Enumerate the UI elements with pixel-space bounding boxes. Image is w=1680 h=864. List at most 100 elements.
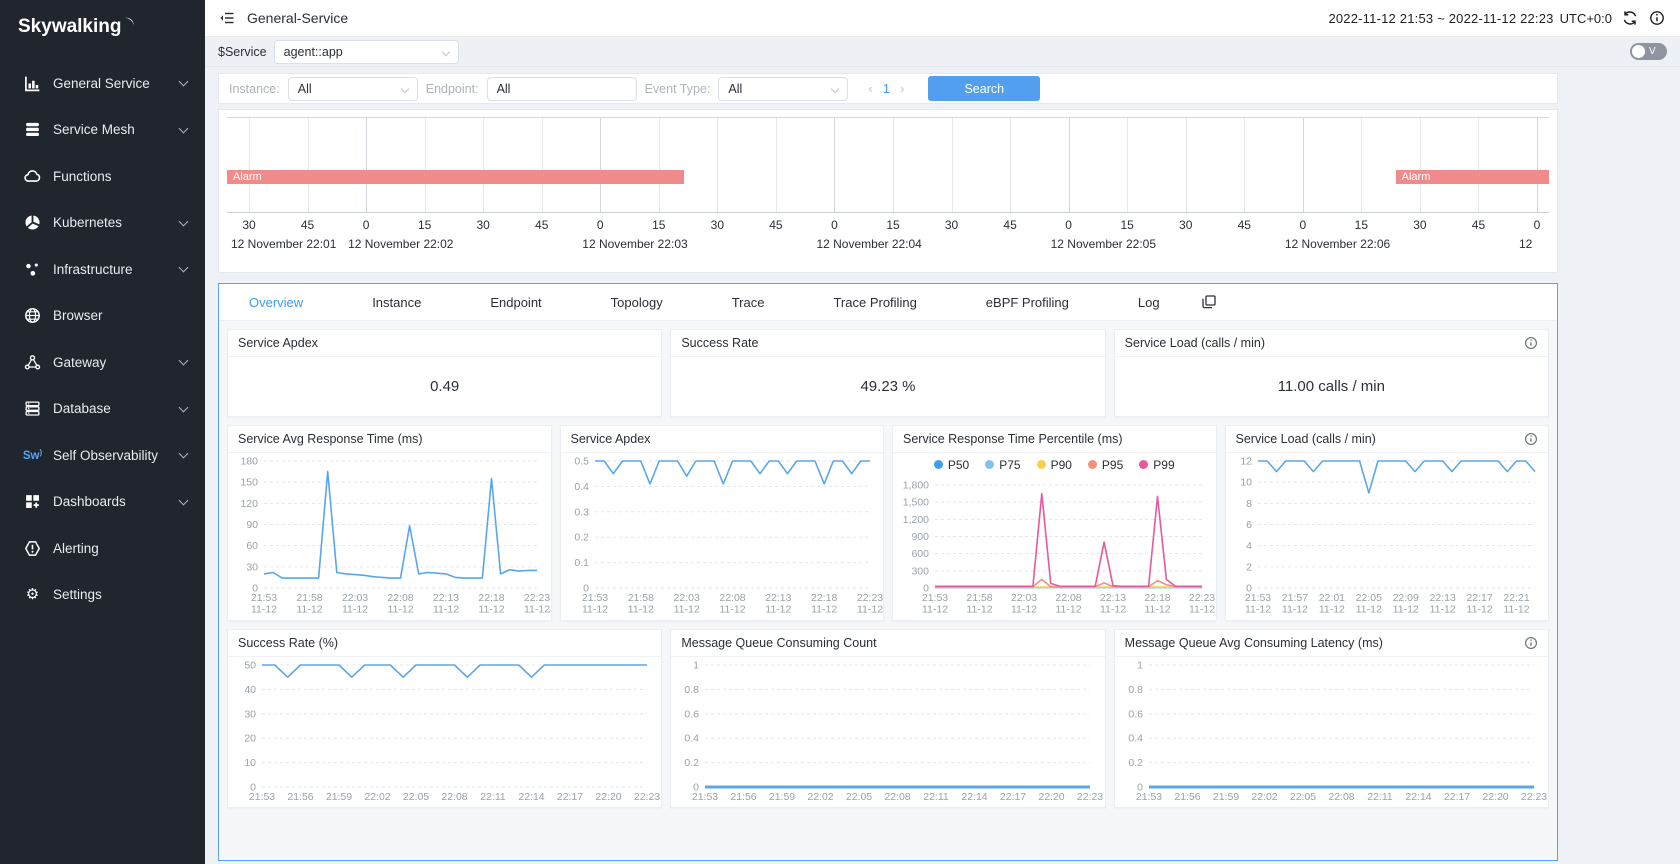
alert-hexagon-icon bbox=[23, 539, 42, 558]
sidebar-item-kubernetes[interactable]: Kubernetes bbox=[0, 200, 205, 247]
alarm-timeline-chart[interactable]: Alarm Alarm bbox=[227, 117, 1549, 213]
tab-log[interactable]: Log bbox=[1138, 295, 1160, 310]
service-select-value: agent::app bbox=[284, 45, 343, 59]
sidebar-item-label: Settings bbox=[53, 587, 102, 602]
sidebar: Skywalking General Service Service MeshFu… bbox=[0, 0, 205, 864]
tab-endpoint[interactable]: Endpoint bbox=[490, 295, 541, 310]
svg-text:0.5: 0.5 bbox=[574, 456, 589, 468]
current-page[interactable]: 1 bbox=[883, 81, 890, 96]
search-button[interactable]: Search bbox=[928, 76, 1040, 101]
tab-topology[interactable]: Topology bbox=[611, 295, 663, 310]
svg-text:21:59: 21:59 bbox=[1213, 791, 1239, 803]
svg-text:11-12: 11-12 bbox=[765, 604, 791, 616]
main-area: General-Service 2022-11-12 21:53 ~ 2022-… bbox=[205, 0, 1680, 864]
legend-item-p50[interactable]: P50 bbox=[934, 458, 969, 472]
legend-item-p75[interactable]: P75 bbox=[985, 458, 1020, 472]
sidebar-item-alerting[interactable]: Alerting bbox=[0, 525, 205, 572]
svg-text:22:17: 22:17 bbox=[1444, 791, 1470, 803]
svg-text:11-12: 11-12 bbox=[251, 604, 277, 616]
svg-text:22:17: 22:17 bbox=[557, 791, 583, 803]
message-queue-consuming-count: 00.20.40.60.8121:5321:5621:5922:0222:052… bbox=[671, 657, 1104, 807]
service-select[interactable]: agent::app bbox=[274, 40, 459, 64]
chevron-down-icon bbox=[441, 47, 449, 55]
svg-text:0.2: 0.2 bbox=[574, 532, 589, 544]
version-toggle[interactable]: V bbox=[1630, 43, 1667, 60]
chevron-down-icon bbox=[179, 123, 189, 133]
timeline-gridline bbox=[542, 118, 543, 212]
sidebar-item-general-service[interactable]: General Service bbox=[0, 60, 205, 107]
sidebar-item-gateway[interactable]: Gateway bbox=[0, 339, 205, 386]
svg-text:20: 20 bbox=[244, 733, 256, 745]
info-icon[interactable] bbox=[1524, 336, 1538, 350]
svg-text:22:02: 22:02 bbox=[1251, 791, 1277, 803]
svg-text:22:03: 22:03 bbox=[342, 592, 368, 604]
event-type-select[interactable]: All bbox=[718, 77, 848, 101]
timeline-tick-label: 45 bbox=[1003, 218, 1016, 232]
timeline-tick-label: 0 bbox=[597, 218, 604, 232]
legend-item-p95[interactable]: P95 bbox=[1088, 458, 1123, 472]
svg-text:4: 4 bbox=[1246, 540, 1252, 552]
tab-instance[interactable]: Instance bbox=[372, 295, 421, 310]
instance-select[interactable]: All bbox=[288, 77, 418, 101]
legend-dot bbox=[1088, 460, 1097, 469]
tab-trace-profiling[interactable]: Trace Profiling bbox=[833, 295, 916, 310]
sidebar-item-dashboards[interactable]: Dashboards bbox=[0, 479, 205, 526]
refresh-icon[interactable] bbox=[1622, 10, 1639, 27]
collapse-menu-icon[interactable] bbox=[219, 10, 236, 27]
timeline-gridline bbox=[1010, 118, 1011, 212]
pagination: ‹ 1 › bbox=[868, 81, 904, 96]
timeline-tick-label: 0 bbox=[1534, 218, 1541, 232]
skywalking-logo[interactable]: Skywalking bbox=[0, 0, 205, 38]
sidebar-item-label: Dashboards bbox=[53, 494, 126, 509]
info-icon[interactable] bbox=[1524, 636, 1538, 650]
timeline-tick-label: 45 bbox=[769, 218, 782, 232]
sidebar-item-service-mesh[interactable]: Service Mesh bbox=[0, 107, 205, 154]
sidebar-item-settings[interactable]: ⚙Settings bbox=[0, 572, 205, 619]
svg-text:11-12: 11-12 bbox=[1244, 604, 1270, 616]
sidebar-item-functions[interactable]: Functions bbox=[0, 153, 205, 200]
alarm-bar[interactable]: Alarm bbox=[227, 170, 684, 184]
info-icon[interactable] bbox=[1524, 432, 1538, 446]
svg-text:21:57: 21:57 bbox=[1281, 592, 1307, 604]
tab-trace[interactable]: Trace bbox=[732, 295, 765, 310]
sidebar-item-browser[interactable]: Browser bbox=[0, 293, 205, 340]
svg-text:11-12: 11-12 bbox=[1466, 604, 1492, 616]
timeline-tick-labels: 3045015304501530450153045015304501530450 bbox=[227, 213, 1549, 234]
sidebar-item-self-observability[interactable]: Sw)Self Observability bbox=[0, 432, 205, 479]
svg-text:11-12: 11-12 bbox=[296, 604, 322, 616]
legend-item-p99[interactable]: P99 bbox=[1139, 458, 1174, 472]
svg-text:11-12: 11-12 bbox=[811, 604, 837, 616]
svg-text:11-12: 11-12 bbox=[1011, 604, 1037, 616]
svg-text:40: 40 bbox=[244, 684, 256, 696]
prev-page-button[interactable]: ‹ bbox=[868, 81, 872, 96]
info-icon[interactable] bbox=[1649, 10, 1666, 27]
time-range[interactable]: 2022-11-12 21:53 ~ 2022-11-12 22:23 bbox=[1328, 11, 1553, 26]
svg-text:0.8: 0.8 bbox=[685, 684, 700, 696]
svg-text:22:14: 22:14 bbox=[962, 791, 988, 803]
endpoint-input[interactable] bbox=[487, 77, 637, 101]
alarm-bar[interactable]: Alarm bbox=[1396, 170, 1549, 184]
service-avg-response-time: 030609012015018021:5311-1221:5811-1222:0… bbox=[228, 453, 551, 620]
svg-text:22:20: 22:20 bbox=[1039, 791, 1065, 803]
tab-ebpf-profiling[interactable]: eBPF Profiling bbox=[986, 295, 1069, 310]
legend-item-p90[interactable]: P90 bbox=[1037, 458, 1072, 472]
copy-dashboard-icon[interactable] bbox=[1201, 294, 1217, 310]
timeline-tick-label: 0 bbox=[1065, 218, 1072, 232]
sidebar-item-database[interactable]: Database bbox=[0, 386, 205, 433]
tab-overview[interactable]: Overview bbox=[249, 295, 303, 310]
svg-text:22:13: 22:13 bbox=[1100, 592, 1126, 604]
chevron-down-icon bbox=[179, 495, 189, 505]
next-page-button[interactable]: › bbox=[900, 81, 904, 96]
service-load-chart: 02468101221:5311-1221:5711-1222:0111-122… bbox=[1226, 453, 1549, 620]
sidebar-item-infrastructure[interactable]: Infrastructure bbox=[0, 246, 205, 293]
svg-text:22:05: 22:05 bbox=[1355, 592, 1381, 604]
svg-text:21:53: 21:53 bbox=[581, 592, 607, 604]
sidebar-item-label: Alerting bbox=[53, 541, 99, 556]
instance-label: Instance: bbox=[229, 82, 280, 96]
svg-text:0.4: 0.4 bbox=[574, 481, 589, 493]
sidebar-item-label: General Service bbox=[53, 76, 150, 91]
svg-text:0.6: 0.6 bbox=[685, 708, 700, 720]
svg-text:22:18: 22:18 bbox=[811, 592, 837, 604]
svg-text:22:23: 22:23 bbox=[524, 592, 550, 604]
svg-text:22:08: 22:08 bbox=[1055, 592, 1081, 604]
